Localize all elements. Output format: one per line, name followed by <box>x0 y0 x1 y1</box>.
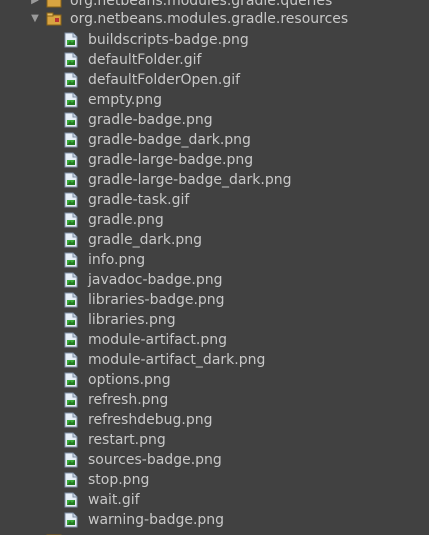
file-label: gradle.png <box>88 212 164 228</box>
tree-node-file[interactable]: warning-badge.png <box>0 510 429 530</box>
tree-node-file[interactable]: libraries.png <box>0 310 429 330</box>
package-label: org.netbeans.modules.gradle.resources <box>70 11 349 27</box>
tree-node-file[interactable]: gradle-large-badge_dark.png <box>0 170 429 190</box>
image-file-icon <box>64 472 78 488</box>
image-file-icon <box>64 352 78 368</box>
collapse-arrow-icon[interactable]: ▼ <box>28 13 42 25</box>
file-label: wait.gif <box>88 492 140 508</box>
file-label: stop.png <box>88 472 150 488</box>
file-label: gradle-badge.png <box>88 112 213 128</box>
image-file-icon <box>64 132 78 148</box>
file-label: gradle-large-badge.png <box>88 152 254 168</box>
image-file-icon <box>64 272 78 288</box>
tree-node-file[interactable]: buildscripts-badge.png <box>0 30 429 50</box>
tree-node-file[interactable]: refreshdebug.png <box>0 410 429 430</box>
file-label: refreshdebug.png <box>88 412 213 428</box>
file-label: defaultFolderOpen.gif <box>88 72 241 88</box>
tree-node-file[interactable]: wait.gif <box>0 490 429 510</box>
image-file-icon <box>64 492 78 508</box>
tree-node-file[interactable]: gradle-badge_dark.png <box>0 130 429 150</box>
package-icon <box>46 0 62 8</box>
tree-node-file[interactable]: options.png <box>0 370 429 390</box>
file-label: options.png <box>88 372 171 388</box>
tree-node-file[interactable]: gradle-badge.png <box>0 110 429 130</box>
image-file-icon <box>64 92 78 108</box>
image-file-icon <box>64 332 78 348</box>
tree-node-file[interactable]: defaultFolderOpen.gif <box>0 70 429 90</box>
image-file-icon <box>64 452 78 468</box>
tree-node-file[interactable]: libraries-badge.png <box>0 290 429 310</box>
image-file-icon <box>64 52 78 68</box>
tree-node-file[interactable]: stop.png <box>0 470 429 490</box>
file-label: libraries.png <box>88 312 176 328</box>
tree-node-file[interactable]: defaultFolder.gif <box>0 50 429 70</box>
file-label: refresh.png <box>88 392 169 408</box>
image-file-icon <box>64 252 78 268</box>
image-file-icon <box>64 292 78 308</box>
tree-node-package-resources[interactable]: ▼ org.netbeans.modules.gradle.resources <box>0 9 429 29</box>
image-file-icon <box>64 392 78 408</box>
file-label: defaultFolder.gif <box>88 52 202 68</box>
image-file-icon <box>64 232 78 248</box>
image-file-icon <box>64 432 78 448</box>
tree-node-file[interactable]: refresh.png <box>0 390 429 410</box>
image-file-icon <box>64 372 78 388</box>
file-label: gradle-large-badge_dark.png <box>88 172 292 188</box>
file-label: empty.png <box>88 92 163 108</box>
file-label: buildscripts-badge.png <box>88 32 249 48</box>
tree-node-file[interactable]: info.png <box>0 250 429 270</box>
file-label: info.png <box>88 252 146 268</box>
image-file-icon <box>64 512 78 528</box>
package-icon <box>46 12 62 26</box>
file-label: sources-badge.png <box>88 452 222 468</box>
image-file-icon <box>64 32 78 48</box>
tree-node-file[interactable]: module-artifact.png <box>0 330 429 350</box>
tree-node-file[interactable]: restart.png <box>0 430 429 450</box>
image-file-icon <box>64 112 78 128</box>
tree-node-file[interactable]: gradle.png <box>0 210 429 230</box>
file-label: gradle-badge_dark.png <box>88 132 251 148</box>
tree-node-file[interactable]: empty.png <box>0 90 429 110</box>
tree-node-file[interactable]: gradle-task.gif <box>0 190 429 210</box>
file-label: gradle_dark.png <box>88 232 203 248</box>
tree-node-file[interactable]: gradle-large-badge.png <box>0 150 429 170</box>
file-label: libraries-badge.png <box>88 292 225 308</box>
image-file-icon <box>64 72 78 88</box>
file-label: warning-badge.png <box>88 512 225 528</box>
expand-arrow-icon[interactable]: ▶ <box>28 0 42 7</box>
file-label: restart.png <box>88 432 166 448</box>
image-file-icon <box>64 172 78 188</box>
file-label: gradle-task.gif <box>88 192 190 208</box>
file-label: module-artifact.png <box>88 332 228 348</box>
file-label: module-artifact_dark.png <box>88 352 266 368</box>
image-file-icon <box>64 412 78 428</box>
tree-node-file[interactable]: sources-badge.png <box>0 450 429 470</box>
image-file-icon <box>64 312 78 328</box>
image-file-icon <box>64 212 78 228</box>
tree-node-file[interactable]: module-artifact_dark.png <box>0 350 429 370</box>
tree-node-file[interactable]: javadoc-badge.png <box>0 270 429 290</box>
image-file-icon <box>64 192 78 208</box>
tree-node-file[interactable]: gradle_dark.png <box>0 230 429 250</box>
image-file-icon <box>64 152 78 168</box>
project-tree: ▶ org.netbeans.modules.gradle.queries ▼ … <box>0 0 429 535</box>
file-label: javadoc-badge.png <box>88 272 223 288</box>
